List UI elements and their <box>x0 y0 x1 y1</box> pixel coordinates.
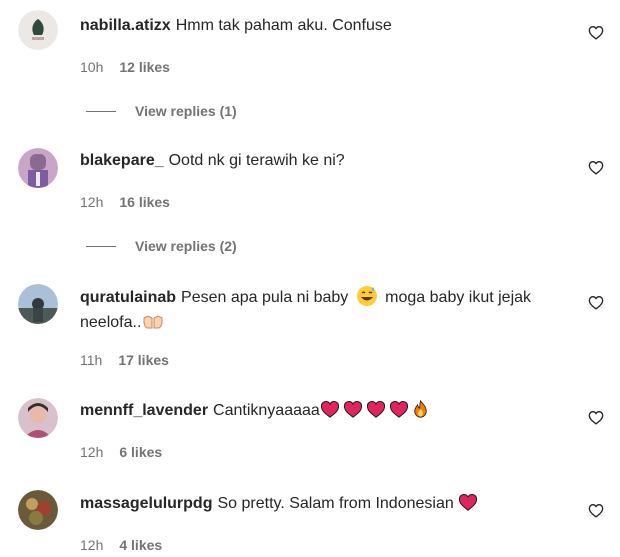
comment-likes[interactable]: 17 likes <box>118 352 169 368</box>
heart-outline-icon <box>588 410 604 425</box>
comment-body: So pretty. Salam from Indonesian <box>217 495 454 512</box>
view-replies-button[interactable]: View replies (2) <box>86 238 237 254</box>
red-heart-emoji <box>366 400 385 418</box>
view-replies-button[interactable]: View replies (1) <box>86 103 237 119</box>
red-heart-emoji <box>389 400 408 418</box>
comment-username[interactable]: massagelulurpdg <box>80 495 212 512</box>
avatar[interactable] <box>18 490 58 530</box>
view-replies-label: View replies (1) <box>135 103 237 119</box>
open-hands-emoji <box>143 315 163 329</box>
comment-time[interactable]: 12h <box>80 444 103 460</box>
comment-body: Ootd nk gi terawih ke ni? <box>168 152 345 169</box>
comment-text: quratulainab Pesen apa pula ni baby moga … <box>80 285 560 335</box>
fire-emoji <box>414 400 427 418</box>
comment-time[interactable]: 11h <box>80 352 102 368</box>
comment-body: Hmm tak paham aku. Confuse <box>175 17 392 34</box>
comment-body-part2: moga baby ikut jejak <box>385 289 532 306</box>
comment-likes[interactable]: 6 likes <box>119 444 162 460</box>
like-button[interactable] <box>586 500 606 520</box>
comment-likes[interactable]: 12 likes <box>119 59 170 75</box>
comment-time[interactable]: 12h <box>80 537 103 553</box>
comment-body: Cantiknyaaaaa <box>213 402 320 419</box>
comment-body-part3: neelofa.. <box>80 314 142 331</box>
grinning-sweat-emoji <box>356 286 377 306</box>
like-button[interactable] <box>586 292 606 312</box>
comment-text: massagelulurpdg So pretty. Salam from Ind… <box>80 492 560 516</box>
replies-divider <box>86 110 116 112</box>
comment-username[interactable]: mennff_lavender <box>80 402 208 419</box>
replies-divider <box>86 245 116 247</box>
comment-body-part1: Pesen apa pula ni baby <box>181 289 349 306</box>
like-button[interactable] <box>586 157 606 177</box>
avatar[interactable] <box>18 398 58 438</box>
avatar[interactable] <box>18 10 58 50</box>
heart-outline-icon <box>588 295 604 310</box>
heart-outline-icon <box>588 503 604 518</box>
comment-time[interactable]: 10h <box>80 59 103 75</box>
heart-outline-icon <box>588 160 604 175</box>
heart-outline-icon <box>588 25 604 40</box>
like-button[interactable] <box>586 407 606 427</box>
red-heart-emoji <box>343 400 362 418</box>
avatar[interactable] <box>18 284 58 324</box>
comment-time[interactable]: 12h <box>80 194 103 210</box>
comment-text: nabilla.atizx Hmm tak paham aku. Confuse <box>80 14 560 38</box>
like-button[interactable] <box>586 22 606 42</box>
comment-likes[interactable]: 16 likes <box>119 194 170 210</box>
comment-text: blakepare_ Ootd nk gi terawih ke ni? <box>80 149 560 173</box>
comment-text: mennff_lavender Cantiknyaaaaa <box>80 399 560 423</box>
red-heart-emoji <box>320 400 339 418</box>
comment-username[interactable]: quratulainab <box>80 289 176 306</box>
red-heart-emoji <box>459 493 478 511</box>
comment-username[interactable]: blakepare_ <box>80 152 164 169</box>
comment-username[interactable]: nabilla.atizx <box>80 17 171 34</box>
view-replies-label: View replies (2) <box>135 238 237 254</box>
avatar[interactable] <box>18 148 58 188</box>
comment-likes[interactable]: 4 likes <box>119 537 162 553</box>
